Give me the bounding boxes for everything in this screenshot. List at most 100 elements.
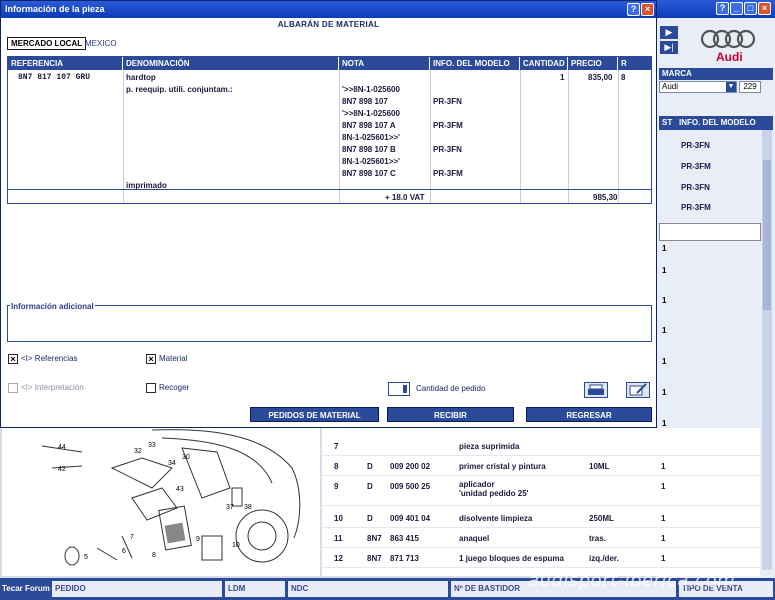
close-icon[interactable]: ×	[641, 3, 654, 16]
num-cell: 871 713	[390, 554, 419, 563]
column-divider	[520, 70, 521, 203]
nota-cell: 8N7 898 107	[342, 97, 388, 106]
callout: 38	[244, 504, 252, 511]
parts-table: 7 pieza suprimida 8 D 009 200 02 primer …	[322, 428, 760, 576]
desc-cell: aplicador 'unidad pedido 25'	[459, 480, 529, 498]
table-row[interactable]: 9 D 009 500 25 aplicador 'unidad pedido …	[322, 476, 760, 506]
right-panel-scrollbar[interactable]	[762, 130, 772, 570]
callout: 33	[148, 442, 156, 449]
referencias-checkbox[interactable]: ×	[8, 354, 18, 364]
callout: 44	[58, 444, 66, 451]
ldm-field[interactable]: LDM	[225, 581, 285, 597]
tab-mexico[interactable]: MEXICO	[85, 38, 117, 50]
column-divider	[339, 70, 340, 203]
model-cell: PR-3FN	[433, 97, 462, 106]
nota-cell: 8N7 898 107 C	[342, 169, 396, 178]
last-arrow-icon[interactable]: ▶|	[660, 41, 678, 54]
part-info-dialog: Información de la pieza ? × ALBARÁN DE M…	[0, 0, 657, 428]
callout: 32	[134, 448, 142, 455]
ndc-field[interactable]: NDC	[288, 581, 448, 597]
pos-cell: 9	[334, 482, 339, 491]
close-icon[interactable]: ×	[758, 2, 771, 15]
model-cell: PR-3FM	[681, 203, 711, 212]
column-divider	[430, 70, 431, 203]
st-cell: 1	[662, 388, 667, 397]
table-row[interactable]: 11 8N7 863 415 anaquel tras. 1	[322, 528, 760, 548]
recoger-checkbox[interactable]	[146, 383, 156, 393]
material-checkbox[interactable]: ×	[146, 354, 156, 364]
marca-select[interactable]: Audi ▼	[659, 81, 737, 93]
desc-cell: anaquel	[459, 534, 490, 543]
col-r[interactable]: R	[618, 57, 651, 70]
pos-cell: 11	[334, 534, 343, 543]
table-row[interactable]: 12 8N7 871 713 1 juego bloques de espuma…	[322, 548, 760, 568]
table-row[interactable]: 7 pieza suprimida	[322, 436, 760, 456]
parts-diagram: 44 42 32 33 34 30 43 37 38 6 5 8 7 9 10	[2, 428, 320, 576]
callout: 43	[176, 486, 184, 493]
qty-cell: 1	[661, 514, 666, 523]
pedido-field[interactable]: PEDIDO	[52, 581, 222, 597]
nota-cell: 8N7 898 107 A	[342, 121, 396, 130]
st-cell: 1	[662, 266, 667, 275]
callout: 34	[168, 460, 176, 467]
interpretacion-checkbox[interactable]	[8, 383, 18, 393]
additional-info-textarea[interactable]	[7, 305, 652, 342]
next-arrow-icon[interactable]: ▶	[660, 26, 678, 39]
table-row[interactable]: 10 D 009 401 04 disolvente limpieza 250M…	[322, 508, 760, 528]
regresar-button[interactable]: REGRESAR	[526, 407, 652, 422]
col-precio[interactable]: PRECIO	[568, 57, 618, 70]
qty-cell: 1	[661, 554, 666, 563]
col-nota[interactable]: NOTA	[339, 57, 430, 70]
maximize-icon[interactable]: □	[744, 2, 757, 15]
quantity-input[interactable]	[388, 382, 410, 396]
unit-cell: izq./der.	[589, 554, 619, 563]
audi-brand-text: Audi	[716, 50, 743, 64]
table-row[interactable]: 8 D 009 200 02 primer cristal y pintura …	[322, 456, 760, 476]
nota-cell: '>>8N-1-025600	[342, 85, 400, 94]
brand-label: Tecar Forum	[2, 584, 50, 593]
pedidos-material-button[interactable]: PEDIDOS DE MATERIAL	[250, 407, 379, 422]
col-referencia[interactable]: REFERENCIA	[8, 57, 123, 70]
r-cell: 8	[621, 73, 626, 82]
recibir-button[interactable]: RECIBIR	[387, 407, 514, 422]
minimize-icon[interactable]: _	[730, 2, 743, 15]
recoger-label: Recoger	[159, 383, 190, 392]
reference-cell: 8N7 817 107 GRU	[18, 73, 91, 82]
total-divider	[8, 189, 651, 190]
model-cell: PR-3FM	[433, 121, 463, 130]
qty-cell: 1	[661, 534, 666, 543]
total-price: 985,30	[593, 193, 618, 202]
desc-cell: pieza suprimida	[459, 442, 520, 451]
num-cell: 009 401 04	[390, 514, 431, 523]
d-cell: D	[367, 514, 373, 523]
help-icon[interactable]: ?	[716, 2, 729, 15]
callout: 5	[84, 554, 88, 561]
edit-icon[interactable]	[626, 382, 650, 398]
callout: 6	[122, 548, 126, 555]
table-header: REFERENCIA DENOMINACIÓN NOTA INFO. DEL M…	[8, 57, 651, 70]
print-icon[interactable]	[584, 382, 608, 398]
st-cell: 1	[662, 326, 667, 335]
unit-cell: 10ML	[589, 462, 610, 471]
callout: 42	[58, 466, 66, 473]
model-cell: PR-3FN	[681, 183, 710, 192]
marca-label: MARCA	[659, 68, 773, 80]
nota-cell: '>>8N-1-025600	[342, 109, 400, 118]
column-divider	[568, 70, 569, 203]
scrollbar-thumb[interactable]	[763, 160, 771, 310]
st-cell: 1	[662, 419, 667, 428]
col-denominacion[interactable]: DENOMINACIÓN	[123, 57, 339, 70]
callout: 9	[196, 536, 200, 543]
tab-mercado-local[interactable]: MERCADO LOCAL	[7, 37, 87, 50]
watermark: audisport-iberica.com	[528, 570, 736, 591]
model-cell: PR-3FN	[681, 141, 710, 150]
column-divider	[618, 70, 619, 203]
help-icon[interactable]: ?	[627, 3, 640, 16]
desc-cell: disolvente limpieza	[459, 514, 533, 523]
col-cantidad[interactable]: CANTIDAD	[520, 57, 568, 70]
chevron-down-icon[interactable]: ▼	[726, 82, 736, 92]
selected-row-highlight[interactable]	[659, 223, 761, 241]
callout: 7	[130, 534, 134, 541]
col-info-modelo[interactable]: INFO. DEL MODELO	[430, 57, 520, 70]
nota-cell: 8N-1-025601>>'	[342, 133, 400, 142]
